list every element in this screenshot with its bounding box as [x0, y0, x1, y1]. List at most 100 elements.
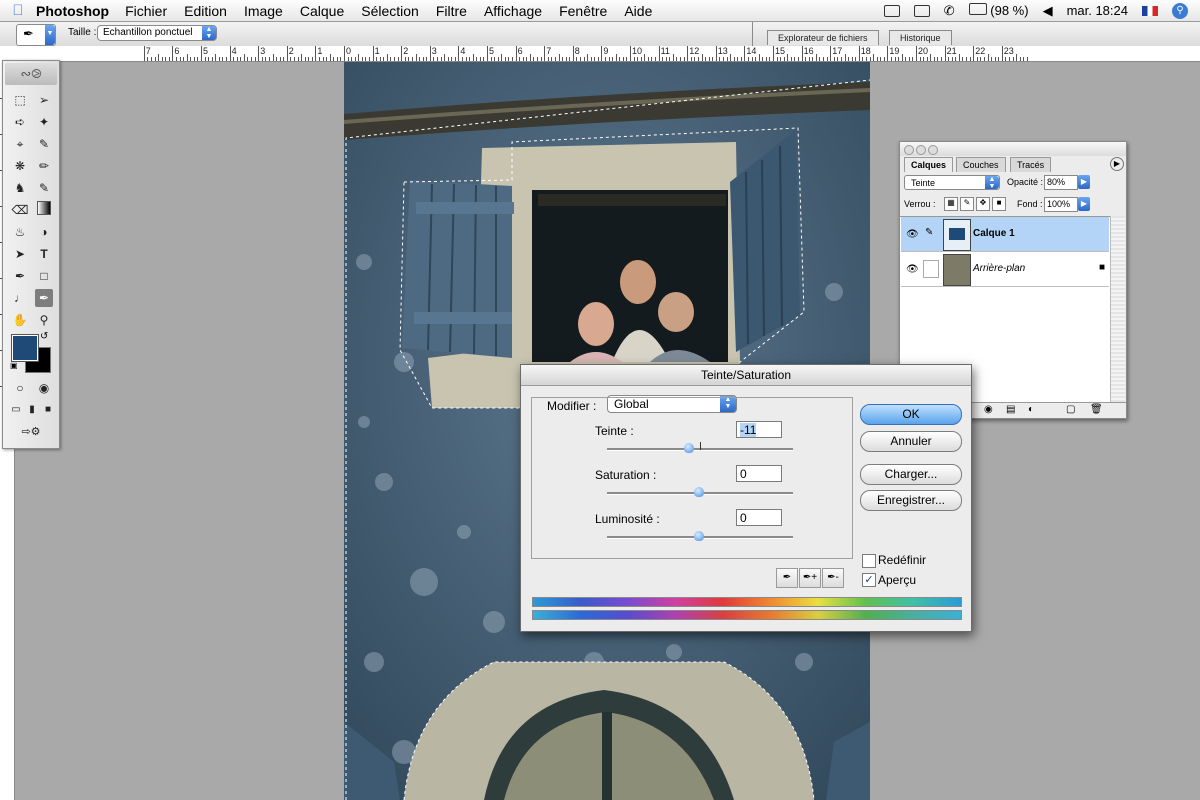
visibility-eye-icon[interactable]: 👁 [906, 229, 919, 240]
tool-preset-picker[interactable]: ✒ ▼ [16, 24, 56, 46]
spotlight-icon[interactable]: ⚲ [1172, 2, 1188, 19]
dialog-title[interactable]: Teinte/Saturation [521, 365, 971, 386]
lock-paint-icon[interactable]: ✎ [960, 197, 974, 211]
add-mask-icon[interactable]: ◉ [984, 404, 993, 415]
colorize-checkbox[interactable] [862, 554, 876, 568]
gradient-tool-icon[interactable] [35, 201, 53, 219]
size-select[interactable]: Echantillon ponctuel ▲ ▼ [97, 25, 217, 41]
minimize-icon[interactable] [916, 145, 926, 155]
tab-calques[interactable]: Calques [904, 157, 954, 172]
panel-menu-icon[interactable]: ▶ [1110, 157, 1124, 171]
pen-tool-icon[interactable]: ✒ [11, 267, 29, 285]
opacity-slider-arrow-icon[interactable]: ▶ [1078, 175, 1090, 189]
tab-couches[interactable]: Couches [956, 157, 1006, 172]
fill-slider-arrow-icon[interactable]: ▶ [1078, 197, 1090, 211]
crop-tool-icon[interactable]: ⌖ [11, 135, 29, 153]
marquee-tool-icon[interactable]: ⬚ [11, 91, 29, 109]
menu-edition[interactable]: Edition [184, 3, 227, 19]
blend-mode-select[interactable]: Teinte ▲ ▼ [904, 175, 1000, 190]
lightness-slider-track[interactable] [607, 531, 793, 541]
zoom-icon[interactable] [928, 145, 938, 155]
toolbox-header-logo[interactable]: ∾⧁ [5, 63, 57, 85]
layers-scrollbar[interactable] [1110, 216, 1125, 402]
menu-calque[interactable]: Calque [300, 3, 344, 19]
tab-traces[interactable]: Tracés [1010, 157, 1052, 172]
eyedropper-minus-icon[interactable]: ✒- [822, 568, 844, 588]
menu-selection[interactable]: Sélection [361, 3, 419, 19]
eyedropper-tool-icon[interactable]: ✒ [35, 289, 53, 307]
foreground-color-swatch[interactable] [11, 334, 39, 362]
display-icon[interactable] [913, 4, 930, 17]
lock-transparency-icon[interactable]: ▦ [944, 197, 958, 211]
quick-mask-mode-icon[interactable]: ◉ [35, 379, 53, 397]
new-layer-icon[interactable]: ▢ [1066, 404, 1075, 415]
volume-icon[interactable]: ◀ [1043, 3, 1053, 19]
load-button[interactable]: Charger... [860, 464, 962, 485]
default-colors-icon[interactable]: ▣ [10, 361, 18, 370]
screen-mode-full-icon[interactable]: ■ [39, 401, 57, 419]
eyedropper-icon[interactable]: ✒ [776, 568, 798, 588]
eraser-tool-icon[interactable]: ⌫ [11, 201, 29, 219]
move-tool-icon[interactable]: ➢ [35, 91, 53, 109]
lasso-tool-icon[interactable]: ➪ [11, 113, 29, 131]
hand-tool-icon[interactable]: ✋ [11, 311, 29, 329]
flag-icon[interactable] [1142, 5, 1158, 16]
eyedropper-plus-icon[interactable]: ✒+ [799, 568, 821, 588]
lock-all-icon[interactable]: ■ [992, 197, 1006, 211]
hue-field[interactable]: -11 [736, 421, 782, 438]
close-icon[interactable] [904, 145, 914, 155]
lock-move-icon[interactable]: ✥ [976, 197, 990, 211]
brush-tool-icon[interactable]: ✏ [35, 157, 53, 175]
app-menu[interactable]: Photoshop [36, 3, 109, 19]
cancel-button[interactable]: Annuler [860, 431, 962, 452]
type-tool-icon[interactable]: T [35, 245, 53, 263]
battery-icon[interactable]: (98 %) [968, 3, 1029, 18]
path-selection-tool-icon[interactable]: ➤ [11, 245, 29, 263]
zoom-tool-icon[interactable]: ⚲ [35, 311, 53, 329]
slice-tool-icon[interactable]: ✎ [35, 135, 53, 153]
ok-button[interactable]: OK [860, 404, 962, 425]
saturation-slider-knob[interactable] [694, 487, 704, 497]
dodge-tool-icon[interactable]: ◑ [35, 223, 53, 241]
layer-row-arriere-plan[interactable]: 👁 Arrière-plan ■ [901, 252, 1109, 287]
hue-slider-knob[interactable] [684, 443, 694, 453]
lightness-slider-knob[interactable] [694, 531, 704, 541]
new-adjustment-icon[interactable]: ◐ [1028, 404, 1034, 415]
ruler-top[interactable]: 7 6 5 4 3 2 1 0 1 2 3 4 5 6 7 8 9 10 11 12 13 14 15 16 17 18 19 20 2… [0, 46, 1200, 62]
save-button[interactable]: Enregistrer... [860, 490, 962, 511]
fill-field[interactable]: 100% [1044, 197, 1078, 212]
healing-brush-tool-icon[interactable]: ❋ [11, 157, 29, 175]
hue-slider-track[interactable] [607, 442, 793, 453]
menu-filtre[interactable]: Filtre [436, 3, 467, 19]
menu-image[interactable]: Image [244, 3, 283, 19]
layers-panel-titlebar[interactable] [900, 142, 1126, 156]
new-set-icon[interactable]: ▤ [1006, 404, 1015, 415]
clone-stamp-tool-icon[interactable]: ♞ [11, 179, 29, 197]
tab-historique[interactable]: Historique [889, 30, 952, 45]
visibility-eye-icon[interactable]: 👁 [906, 264, 919, 275]
menu-fenetre[interactable]: Fenêtre [559, 3, 607, 19]
clock[interactable]: mar. 18:24 [1067, 3, 1128, 18]
brush-link-icon[interactable]: ✎ [925, 227, 933, 238]
standard-mode-icon[interactable]: ○ [11, 379, 29, 397]
menu-aide[interactable]: Aide [624, 3, 652, 19]
tab-explorateur[interactable]: Explorateur de fichiers [767, 30, 879, 45]
layer-row-calque-1[interactable]: 👁 ✎ Calque 1 [901, 217, 1109, 252]
keyboard-icon[interactable] [883, 4, 900, 17]
trash-icon[interactable]: 🗑 [1090, 404, 1103, 415]
menu-affichage[interactable]: Affichage [484, 3, 542, 19]
notes-tool-icon[interactable]: ♩ [11, 289, 29, 307]
shape-tool-icon[interactable]: □ [35, 267, 53, 285]
phone-icon[interactable]: ✆ [944, 3, 955, 19]
saturation-field[interactable]: 0 [736, 465, 782, 482]
history-brush-tool-icon[interactable]: ✎ [35, 179, 53, 197]
menu-fichier[interactable]: Fichier [125, 3, 167, 19]
magic-wand-tool-icon[interactable]: ✦ [35, 113, 53, 131]
preview-checkbox[interactable]: ✓ [862, 573, 876, 587]
lightness-field[interactable]: 0 [736, 509, 782, 526]
jump-to-imageready-icon[interactable]: ⇨⚙ [9, 423, 53, 441]
link-box[interactable] [923, 260, 939, 278]
blur-tool-icon[interactable]: ♨ [11, 223, 29, 241]
opacity-field[interactable]: 80% [1044, 175, 1078, 190]
swap-colors-icon[interactable]: ↺ [40, 331, 48, 342]
